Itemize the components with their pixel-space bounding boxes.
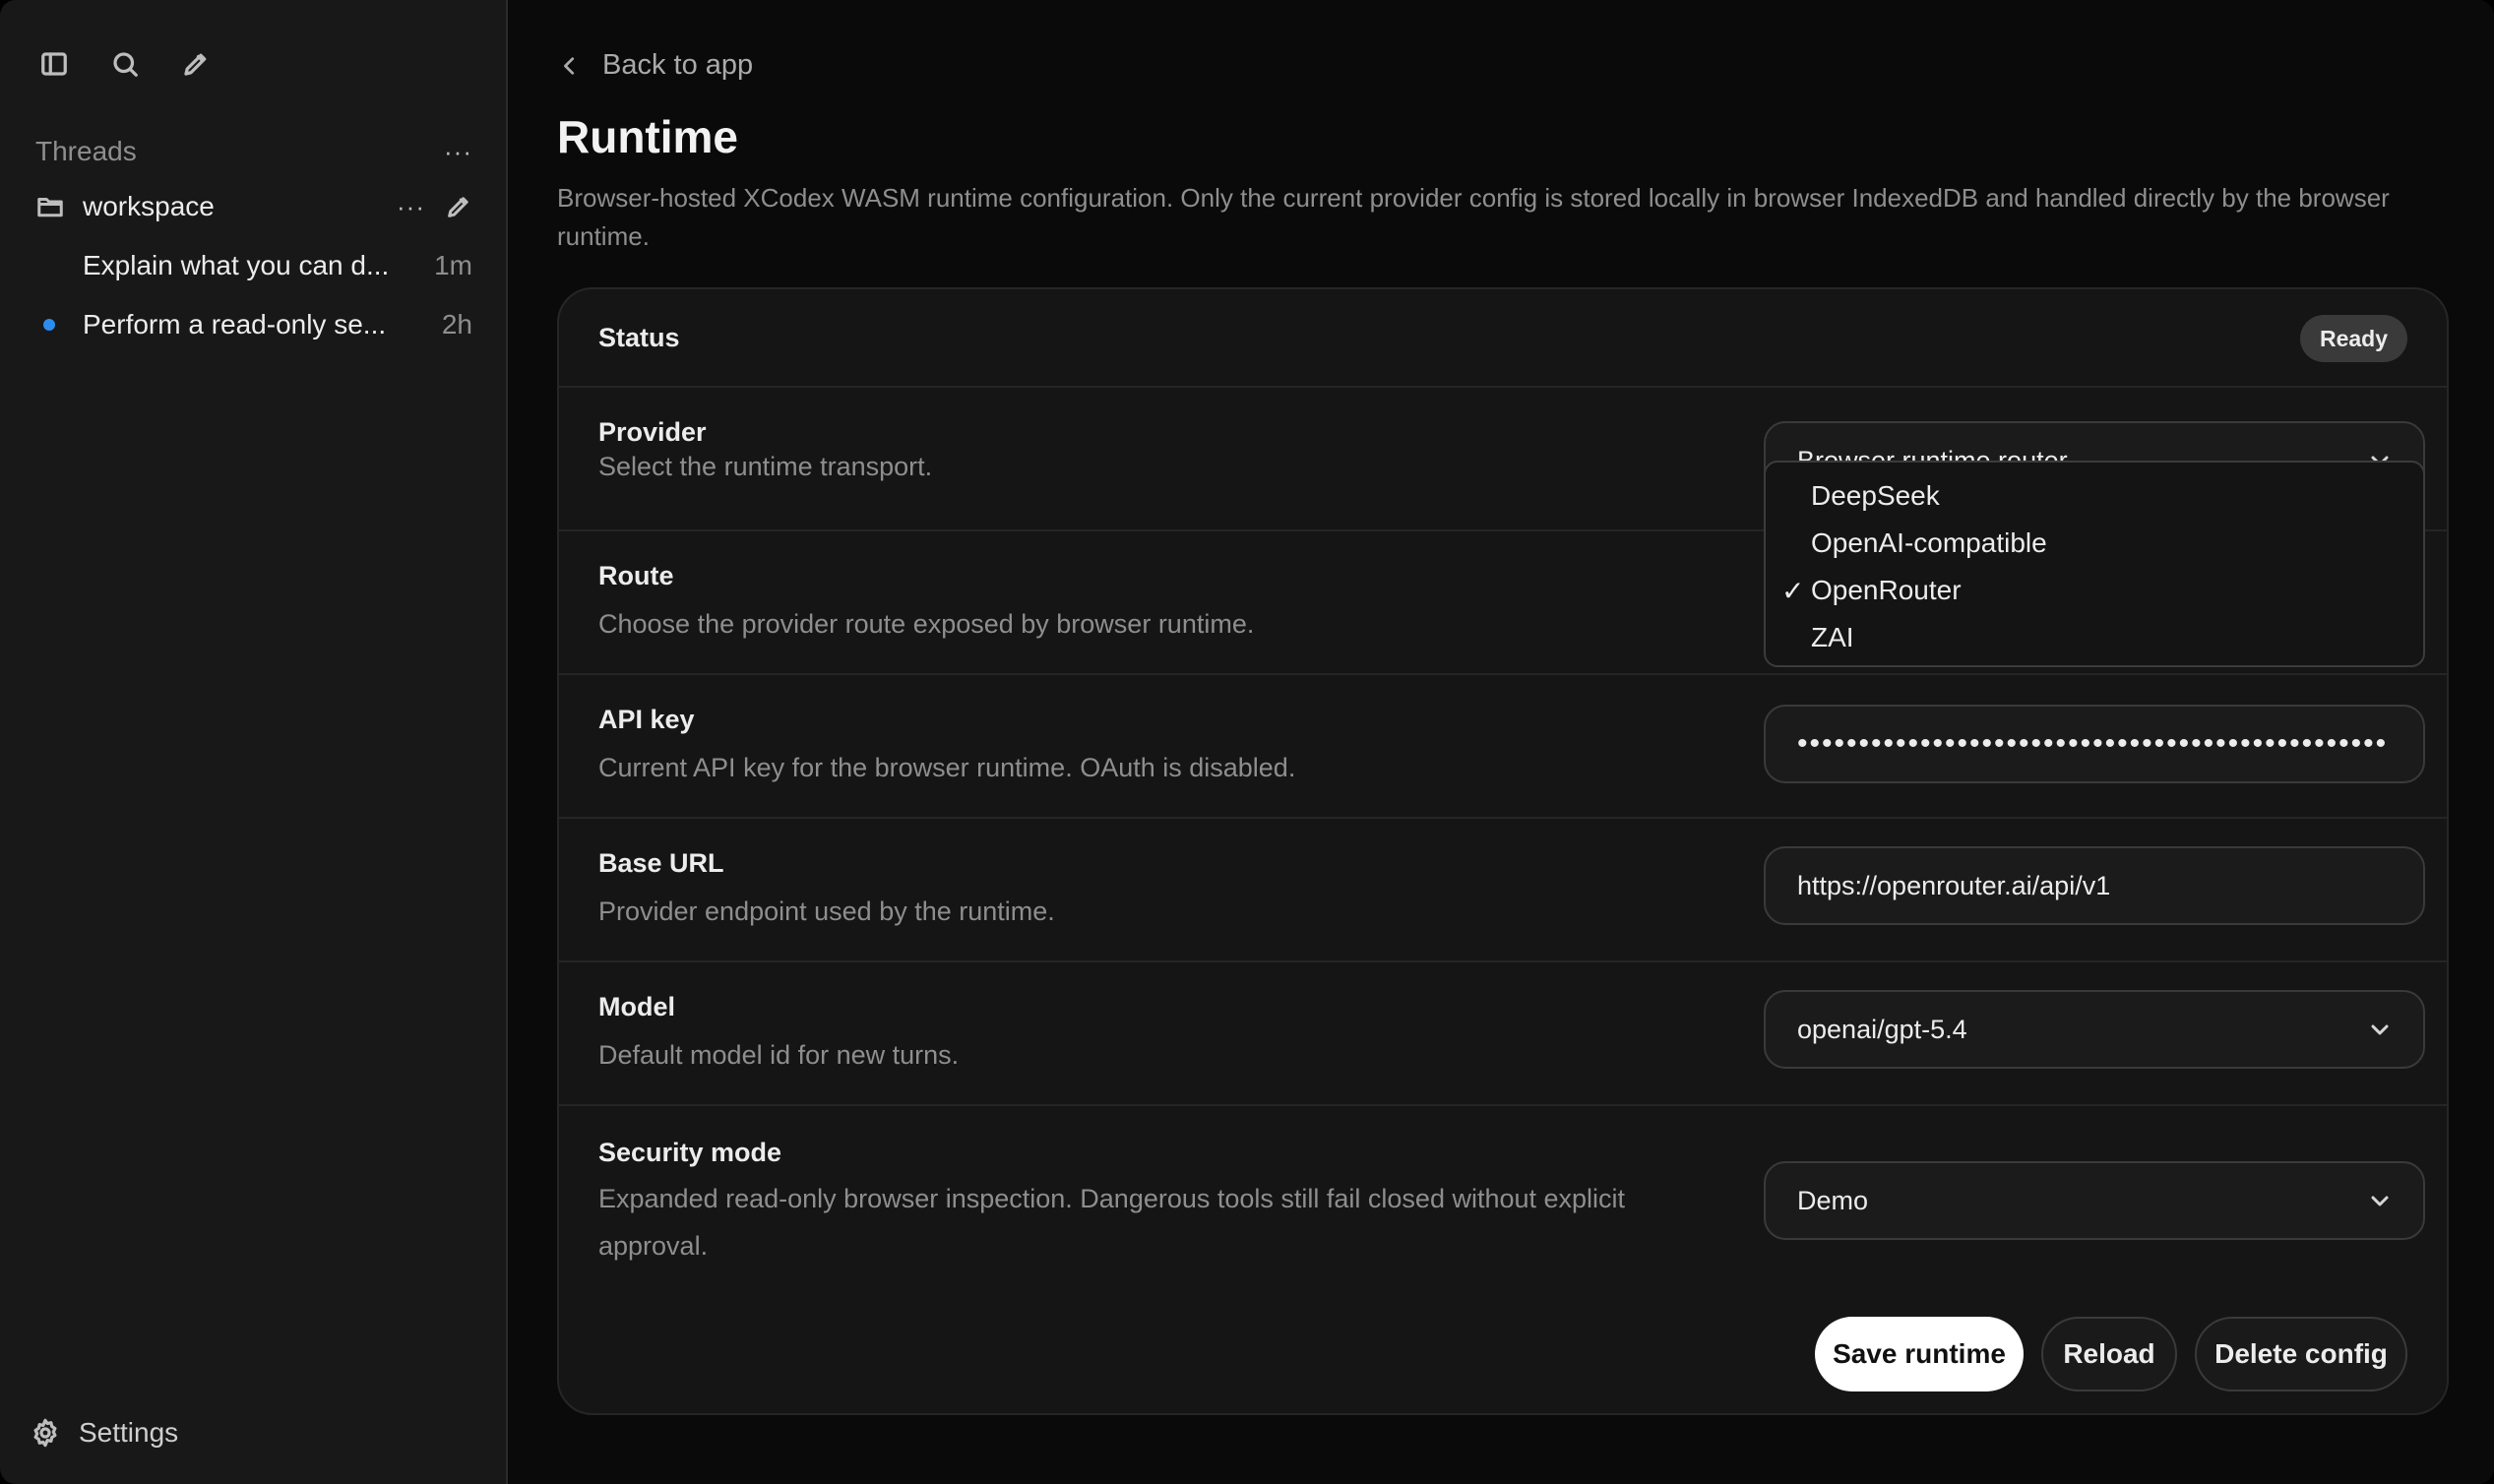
- api-key-input[interactable]: ••••••••••••••••••••••••••••••••••••••••…: [1764, 705, 2425, 783]
- status-badge: Ready: [2299, 315, 2407, 362]
- workspace-name: workspace: [83, 191, 215, 221]
- base-url-value: https://openrouter.ai/api/v1: [1797, 870, 2111, 900]
- route-option-openrouter[interactable]: ✓ OpenRouter: [1766, 567, 2423, 614]
- base-url-row: Base URL Provider endpoint used by the r…: [559, 819, 2447, 962]
- security-value: Demo: [1797, 1185, 1869, 1215]
- api-key-description: Current API key for the browser runtime.…: [598, 753, 1296, 782]
- thread-item[interactable]: Explain what you can d... 1m: [35, 244, 472, 287]
- app-window: Threads ··· workspace ··· Explain what y…: [0, 0, 2494, 1484]
- new-thread-icon[interactable]: [179, 47, 213, 81]
- check-icon: ✓: [1781, 575, 1805, 606]
- thread-title: Explain what you can d...: [83, 250, 390, 280]
- route-option-label: ZAI: [1811, 622, 1854, 652]
- page-description: Browser-hosted XCodex WASM runtime confi…: [557, 183, 2390, 251]
- unread-dot: [43, 319, 55, 331]
- base-url-description: Provider endpoint used by the runtime.: [598, 897, 1055, 926]
- route-description: Choose the provider route exposed by bro…: [598, 609, 1255, 639]
- main-content: Back to app Runtime Browser-hosted XCode…: [510, 0, 2494, 1484]
- provider-description: Select the runtime transport.: [598, 452, 933, 481]
- back-to-app-link[interactable]: Back to app: [559, 49, 753, 82]
- chevron-down-icon: [2371, 1196, 2389, 1206]
- api-key-value: ••••••••••••••••••••••••••••••••••••••••…: [1797, 729, 2389, 759]
- security-description: Expanded read-only browser inspection. D…: [598, 1184, 1626, 1261]
- search-icon[interactable]: [108, 47, 142, 81]
- base-url-input[interactable]: https://openrouter.ai/api/v1: [1764, 846, 2425, 925]
- api-key-row: API key Current API key for the browser …: [559, 675, 2447, 819]
- route-option-deepseek[interactable]: DeepSeek: [1766, 472, 2423, 520]
- workspace-actions: ···: [397, 193, 472, 220]
- thread-time: 1m: [434, 250, 472, 280]
- workspace-more-icon[interactable]: ···: [397, 194, 425, 219]
- model-label: Model: [598, 992, 675, 1021]
- model-row: Model Default model id for new turns. op…: [559, 962, 2447, 1106]
- model-description: Default model id for new turns.: [598, 1040, 960, 1070]
- save-runtime-button[interactable]: Save runtime: [1815, 1317, 2024, 1391]
- page-title: Runtime: [557, 111, 738, 162]
- route-dropdown-menu: DeepSeek OpenAI-compatible ✓ OpenRouter …: [1764, 461, 2425, 667]
- delete-config-button[interactable]: Delete config: [2195, 1317, 2407, 1391]
- route-option-zai[interactable]: ZAI: [1766, 614, 2423, 661]
- route-option-label: OpenAI-compatible: [1811, 527, 2047, 558]
- back-label: Back to app: [602, 49, 754, 81]
- thread-title: Perform a read-only se...: [83, 309, 387, 340]
- api-key-label: API key: [598, 705, 695, 734]
- security-mode-select[interactable]: Demo: [1764, 1161, 2425, 1240]
- workspace-row[interactable]: workspace ···: [35, 187, 472, 226]
- settings-link[interactable]: Settings: [30, 1417, 178, 1449]
- thread-indicator: [35, 319, 83, 331]
- thread-time: 2h: [441, 309, 472, 340]
- model-value: openai/gpt-5.4: [1797, 1014, 1967, 1044]
- status-row: Status Ready: [559, 289, 2447, 388]
- security-row: Security mode Expanded read-only browser…: [559, 1106, 2447, 1293]
- folder-icon: [37, 198, 63, 217]
- thread-item[interactable]: Perform a read-only se... 2h: [35, 303, 472, 346]
- status-label: Status: [598, 323, 680, 352]
- pencil-icon[interactable]: [445, 193, 472, 220]
- gear-icon: [33, 1418, 57, 1448]
- settings-label: Settings: [79, 1417, 179, 1448]
- chevron-down-icon: [2371, 1024, 2389, 1035]
- runtime-card: Status Ready Provider Select the runtime…: [557, 287, 2449, 1415]
- chevron-left-icon: [564, 56, 575, 75]
- route-label: Route: [598, 561, 674, 590]
- threads-header: Threads ···: [35, 132, 472, 171]
- route-option-label: OpenRouter: [1811, 575, 1962, 605]
- security-label: Security mode: [598, 1138, 782, 1167]
- route-option-label: DeepSeek: [1811, 480, 1940, 511]
- threads-more-icon[interactable]: ···: [444, 139, 472, 164]
- threads-label: Threads: [35, 136, 137, 166]
- sidebar: Threads ··· workspace ··· Explain what y…: [0, 0, 508, 1484]
- model-select[interactable]: openai/gpt-5.4: [1764, 990, 2425, 1069]
- sidebar-toggle-icon[interactable]: [37, 47, 71, 81]
- route-option-openai-compatible[interactable]: OpenAI-compatible: [1766, 520, 2423, 567]
- base-url-label: Base URL: [598, 848, 724, 878]
- reload-button[interactable]: Reload: [2041, 1317, 2177, 1391]
- sidebar-toolbar: [37, 47, 213, 81]
